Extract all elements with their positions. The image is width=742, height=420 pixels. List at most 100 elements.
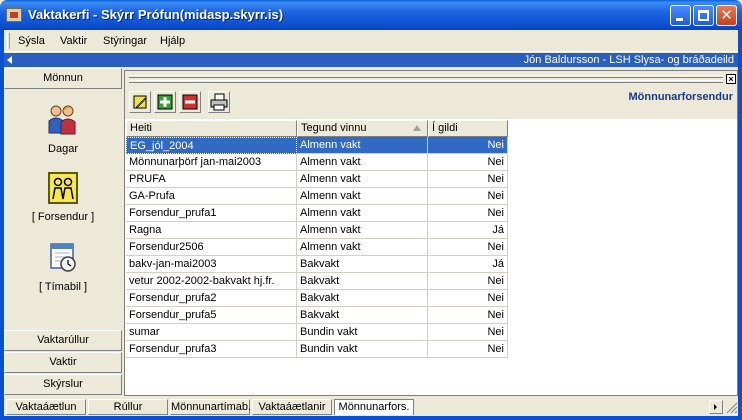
cell-tegund[interactable]: Bundin vakt [297, 341, 428, 358]
sidebar-item-label: [ Forsendur ] [31, 211, 95, 223]
menu-vaktir[interactable]: Vaktir [60, 35, 87, 47]
cell-igildi[interactable]: Nei [428, 137, 508, 154]
edit-icon [133, 95, 147, 109]
cell-heiti[interactable]: Ragna [126, 222, 297, 239]
cell-tegund[interactable]: Bundin vakt [297, 324, 428, 341]
sidebar-button-skyrslur[interactable]: Skýrslur [4, 374, 122, 395]
title-bar[interactable]: Vaktakerfi - Skýrr Prófun(midasp.skyrr.i… [0, 0, 742, 30]
cell-tegund[interactable]: Almenn vakt [297, 137, 428, 154]
cell-igildi[interactable]: Nei [428, 239, 508, 256]
status-bar: Vaktaáætlun Rúllur Mönnunartímab. Vaktaá… [4, 398, 738, 416]
collapse-arrow-icon[interactable] [7, 56, 12, 64]
tab-vaktaaaetlanir[interactable]: Vaktaáætlanir [252, 399, 332, 415]
print-icon [210, 93, 228, 111]
tab-vaktaaaetlun[interactable]: Vaktaáætlun [6, 399, 86, 415]
menu-styringar[interactable]: Stýringar [103, 35, 147, 47]
tab-scroll-right-icon[interactable] [709, 400, 723, 414]
cell-igildi[interactable]: Nei [428, 290, 508, 307]
app-icon [6, 8, 22, 22]
cell-heiti[interactable]: Forsendur_prufa1 [126, 205, 297, 222]
cell-heiti[interactable]: Forsendur_prufa3 [126, 341, 297, 358]
column-header-tegund[interactable]: Tegund vinnu [297, 120, 428, 137]
print-button[interactable] [208, 91, 230, 113]
main-panel: × Mönnunarforsendur Heiti Tegund vinnu Í… [124, 70, 738, 396]
cell-igildi[interactable]: Nei [428, 324, 508, 341]
cell-tegund[interactable]: Bakvakt [297, 256, 428, 273]
user-info-text: Jón Baldursson - LSH Slysa- og bráðadeil… [523, 54, 734, 66]
sort-ascending-icon [413, 125, 421, 131]
cell-heiti[interactable]: vetur 2002-2002-bakvakt hj.fr. [126, 273, 297, 290]
cell-heiti[interactable]: EG_jól_2004 [126, 137, 297, 154]
edit-button[interactable] [129, 91, 151, 113]
user-info-bar: Jón Baldursson - LSH Slysa- og bráðadeil… [4, 53, 738, 67]
cell-igildi[interactable]: Nei [428, 307, 508, 324]
people-icon [46, 103, 80, 137]
column-header-igildi[interactable]: Í gildi [428, 120, 508, 137]
cell-igildi[interactable]: Já [428, 222, 508, 239]
toolbar: Mönnunarforsendur [125, 87, 737, 119]
cell-tegund[interactable]: Almenn vakt [297, 205, 428, 222]
grip-line [129, 80, 723, 83]
cell-heiti[interactable]: Forsendur_prufa5 [126, 307, 297, 324]
cell-heiti[interactable]: PRUFA [126, 171, 297, 188]
remove-button[interactable] [179, 91, 201, 113]
cell-igildi[interactable]: Nei [428, 171, 508, 188]
cell-tegund[interactable]: Almenn vakt [297, 188, 428, 205]
cell-tegund[interactable]: Bakvakt [297, 273, 428, 290]
menu-sysla[interactable]: Sýsla [18, 35, 45, 47]
cell-tegund[interactable]: Almenn vakt [297, 154, 428, 171]
tab-monnunarfors[interactable]: Mönnunarfors. [334, 399, 414, 415]
window-frame-bottom [0, 416, 742, 420]
sidebar-item-dagar[interactable]: Dagar [4, 103, 122, 155]
tab-monnunartimab[interactable]: Mönnunartímab. [170, 399, 251, 415]
cell-heiti[interactable]: GA-Prufa [126, 188, 297, 205]
add-button[interactable] [154, 91, 176, 113]
cell-heiti[interactable]: Forsendur2506 [126, 239, 297, 256]
menu-grip [7, 33, 10, 49]
cell-tegund[interactable]: Almenn vakt [297, 222, 428, 239]
sidebar-header-monnun[interactable]: Mönnun [4, 68, 122, 89]
cell-tegund[interactable]: Almenn vakt [297, 171, 428, 188]
panel-grip-strip: × [125, 71, 737, 87]
cell-igildi[interactable]: Nei [428, 154, 508, 171]
maximize-button[interactable] [693, 5, 714, 26]
sidebar-icon-list: Dagar [ Forsendur ] [Tímabil] [4, 89, 122, 329]
calendar-clock-icon [46, 241, 80, 275]
resize-grip-icon[interactable] [726, 400, 738, 414]
window-frame-right [738, 30, 742, 420]
cell-igildi[interactable]: Nei [428, 341, 508, 358]
sidebar-button-vaktarullur[interactable]: Vaktarúllur [4, 330, 122, 351]
sidebar-button-vaktir[interactable]: Vaktir [4, 352, 122, 373]
minimize-icon [676, 18, 683, 21]
cell-igildi[interactable]: Já [428, 256, 508, 273]
cell-heiti[interactable]: Mönnunarþörf jan-mai2003 [126, 154, 297, 171]
persons-frame-icon [46, 171, 80, 205]
close-icon: ✕ [720, 7, 733, 24]
sidebar-item-label: Dagar [48, 143, 78, 155]
cell-igildi[interactable]: Nei [428, 205, 508, 222]
cell-igildi[interactable]: Nei [428, 188, 508, 205]
panel-close-icon[interactable]: × [726, 74, 736, 84]
maximize-icon [698, 10, 709, 21]
menu-bar: Sýsla Vaktir Stýringar Hjálp [4, 30, 738, 52]
close-button[interactable]: ✕ [716, 5, 737, 26]
cell-tegund[interactable]: Bakvakt [297, 307, 428, 324]
minimize-button[interactable] [670, 5, 691, 26]
column-header-label: Tegund vinnu [301, 122, 367, 134]
page-title: Mönnunarforsendur [628, 91, 734, 103]
window-title: Vaktakerfi - Skýrr Prófun(midasp.skyrr.i… [28, 7, 284, 22]
sidebar-item-forsendur[interactable]: [ Forsendur ] [4, 171, 122, 223]
menu-hjalp[interactable]: Hjálp [160, 35, 185, 47]
cell-heiti[interactable]: bakv-jan-mai2003 [126, 256, 297, 273]
sidebar-item-timabil[interactable]: [ Tímabil ] [4, 241, 122, 293]
cell-tegund[interactable]: Bakvakt [297, 290, 428, 307]
column-header-heiti[interactable]: Heiti [126, 120, 297, 137]
cell-tegund[interactable]: Almenn vakt [297, 239, 428, 256]
remove-icon [182, 94, 198, 110]
cell-igildi[interactable]: Nei [428, 273, 508, 290]
tab-rullur[interactable]: Rúllur [88, 399, 168, 415]
grip-line [129, 75, 723, 78]
sidebar-item-label: [ Tímabil ] [38, 281, 88, 293]
cell-heiti[interactable]: Forsendur_prufa2 [126, 290, 297, 307]
cell-heiti[interactable]: sumar [126, 324, 297, 341]
